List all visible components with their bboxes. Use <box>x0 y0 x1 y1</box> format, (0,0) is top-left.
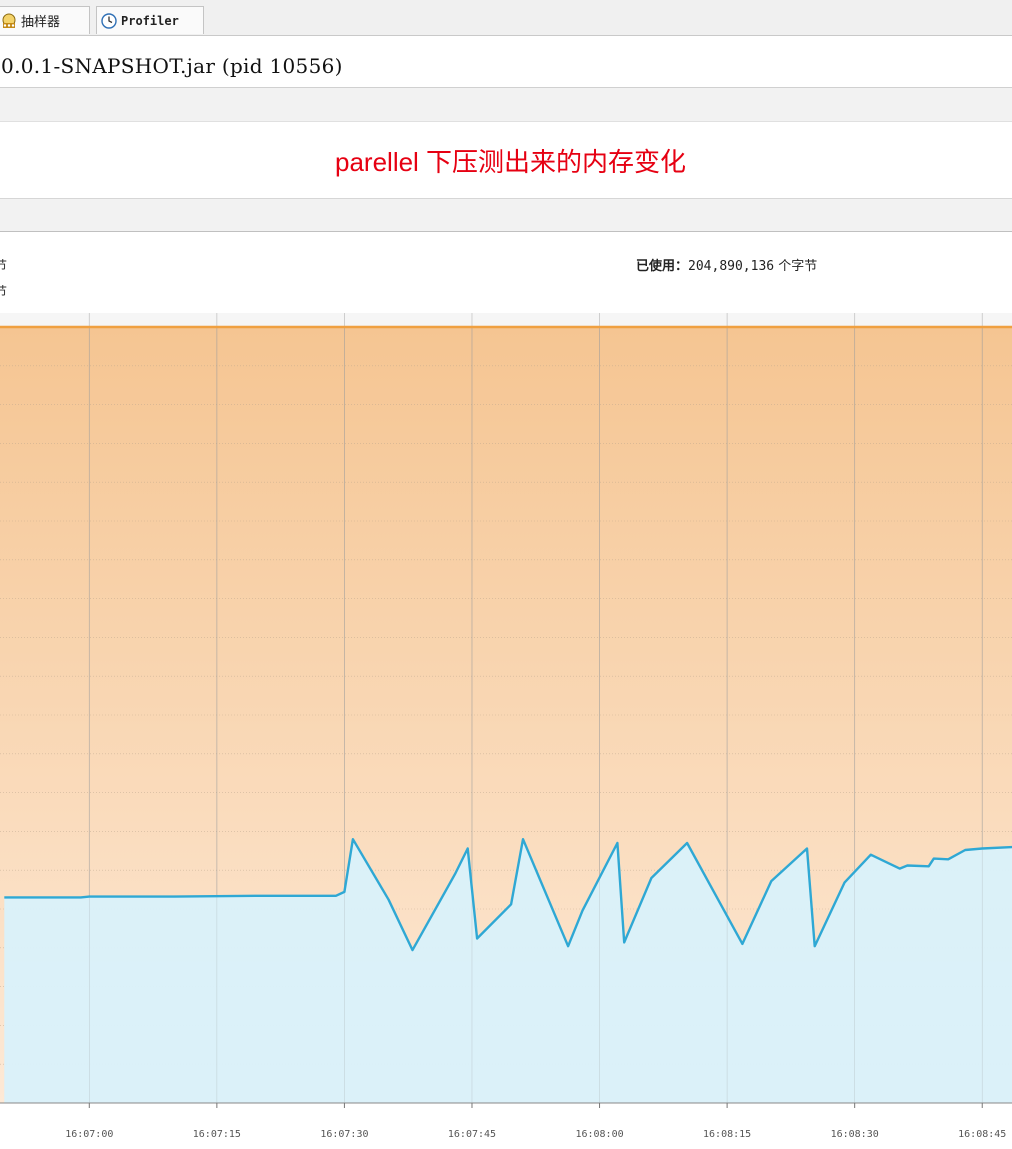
chart-legend: 节 节 已使用：204,890,136 个字节 <box>0 233 1012 313</box>
used-heap-stat: 已使用：204,890,136 个字节 <box>636 255 817 274</box>
tab-bar: 抽样器 Profiler <box>0 0 1012 36</box>
chart-header-bar <box>0 198 1012 232</box>
clock-icon <box>101 12 117 29</box>
x-tick-label: 16:07:15 <box>193 1129 241 1140</box>
used-heap-value: 204,890,136 <box>688 259 775 274</box>
tab-profiler-label: Profiler <box>121 13 179 28</box>
process-title: -0.0.1-SNAPSHOT.jar (pid 10556) <box>0 54 343 78</box>
x-tick-label: 16:08:15 <box>703 1129 751 1140</box>
used-heap-unit: 个字节 <box>774 259 818 274</box>
tab-sampler-label: 抽样器 <box>21 15 61 30</box>
x-tick-label: 16:08:45 <box>958 1129 1006 1140</box>
x-tick-label: 16:08:00 <box>575 1129 623 1140</box>
process-header: -0.0.1-SNAPSHOT.jar (pid 10556) <box>0 36 1012 88</box>
x-tick-label: 16:07:00 <box>65 1129 113 1140</box>
x-tick-label: 16:08:30 <box>831 1129 879 1140</box>
section-header-bar <box>0 88 1012 122</box>
legend-max-clipped: 节 <box>0 285 8 300</box>
tab-sampler[interactable]: 抽样器 <box>0 6 90 34</box>
legend-heap-size-clipped: 节 <box>0 259 8 274</box>
heap-chart-svg: 16:07:00 16:07:15 16:07:30 16:07:45 16:08:00… <box>0 313 1012 1145</box>
tab-profiler[interactable]: Profiler <box>96 6 204 34</box>
x-tick-label: 16:07:45 <box>448 1129 496 1140</box>
plot-top-margin <box>0 313 1012 327</box>
annotation-area: parellel 下压测出来的内存变化 <box>0 122 1012 198</box>
used-heap-label: 已使用： <box>636 259 689 274</box>
heap-chart: 16:07:00 16:07:15 16:07:30 16:07:45 16:08:00… <box>0 313 1012 1145</box>
x-tick-label: 16:07:30 <box>320 1129 368 1140</box>
sampler-icon <box>1 13 17 29</box>
annotation-text: parellel 下压测出来的内存变化 <box>335 147 687 177</box>
